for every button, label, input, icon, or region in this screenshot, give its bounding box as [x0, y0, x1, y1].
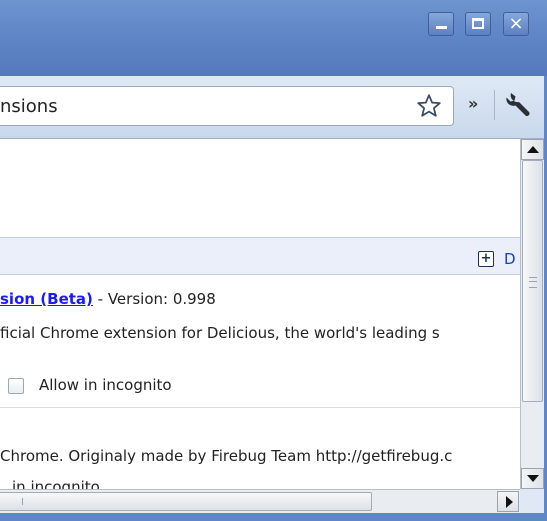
extension-name-link[interactable]: sion (Beta): [0, 290, 93, 308]
maximize-icon: [472, 18, 484, 29]
arrow-right-icon: [506, 496, 513, 508]
extension-title: sion (Beta) - Version: 0.998: [0, 290, 216, 308]
horizontal-scroll-thumb[interactable]: [0, 492, 372, 511]
close-icon: ×: [508, 13, 524, 34]
allow-incognito-label[interactable]: Allow in incognito: [39, 376, 172, 394]
allow-incognito-checkbox[interactable]: [8, 377, 24, 394]
wrench-icon[interactable]: [503, 89, 533, 119]
address-text[interactable]: nsions: [0, 96, 58, 117]
vertical-scrollbar[interactable]: [520, 139, 544, 489]
grip-icon: [529, 277, 537, 288]
grip-icon: [22, 498, 23, 505]
scroll-right-button[interactable]: [497, 491, 519, 512]
allow-incognito-label[interactable]: in incognito: [12, 478, 100, 489]
extension-description: ficial Chrome extension for Delicious, t…: [0, 324, 440, 342]
incognito-option[interactable]: Allow in incognito: [8, 376, 172, 394]
extension-description: Chrome. Originaly made by Firebug Team h…: [0, 447, 453, 465]
extension-divider: [0, 407, 520, 408]
address-bar[interactable]: nsions: [0, 86, 454, 126]
maximize-button[interactable]: [465, 12, 491, 36]
developer-mode-label[interactable]: D: [504, 250, 516, 268]
minimize-button[interactable]: [428, 12, 454, 36]
extensions-page: + D sion (Beta) - Version: 0.998 ficial C…: [0, 139, 520, 489]
horizontal-scrollbar[interactable]: [0, 489, 520, 513]
minimize-icon: [436, 26, 447, 29]
scroll-down-button[interactable]: [521, 468, 544, 489]
window-title-bar: ×: [0, 0, 547, 76]
window-frame-bottom: [0, 513, 547, 521]
overflow-chevron-button[interactable]: »: [468, 94, 478, 113]
bookmark-star-icon[interactable]: [416, 93, 442, 119]
arrow-up-icon: [527, 146, 539, 153]
scroll-up-button[interactable]: [521, 139, 544, 160]
scrollbar-corner: [520, 489, 544, 513]
extension-version: - Version: 0.998: [92, 290, 216, 308]
extensions-header-band: + D: [0, 237, 520, 275]
close-button[interactable]: ×: [503, 12, 529, 36]
vertical-scroll-thumb[interactable]: [522, 160, 543, 402]
browser-toolbar: nsions »: [0, 76, 547, 139]
toolbar-divider: [494, 90, 495, 120]
developer-mode-toggle[interactable]: + D: [478, 248, 516, 268]
arrow-down-icon: [527, 475, 539, 482]
expand-plus-icon[interactable]: +: [478, 250, 494, 267]
